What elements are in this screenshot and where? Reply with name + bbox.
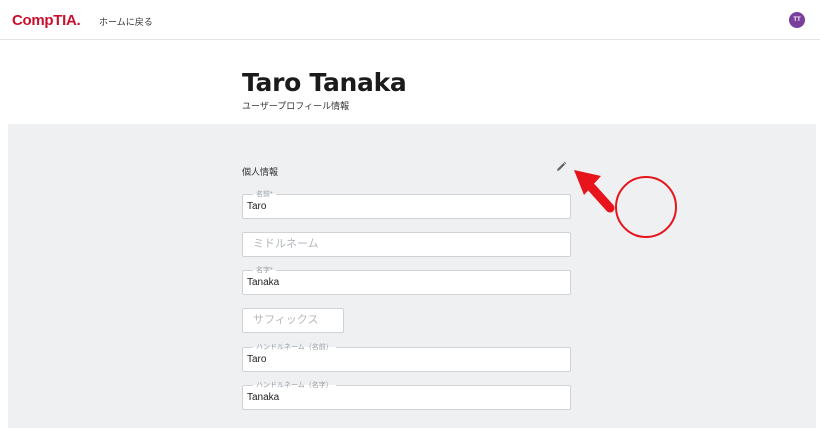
first-name-field[interactable]: 名前* Taro xyxy=(242,189,571,219)
handle-first-value: Taro xyxy=(247,354,267,365)
suffix-field[interactable]: サフィックス xyxy=(242,308,344,333)
last-name-value: Tanaka xyxy=(247,277,280,288)
handle-first-field[interactable]: ハンドルネーム（名前） Taro xyxy=(242,342,571,372)
first-name-value: Taro xyxy=(247,201,267,212)
last-name-field[interactable]: 名字* Tanaka xyxy=(242,265,571,295)
handle-last-field[interactable]: ハンドルネーム（名字） Tanaka xyxy=(242,380,571,410)
page-title: Taro Tanaka xyxy=(242,68,407,97)
handle-last-value: Tanaka xyxy=(247,392,280,403)
suffix-placeholder: サフィックス xyxy=(253,314,319,326)
top-header: CompTIA. ホームに戻る TT xyxy=(0,0,820,40)
pencil-icon[interactable] xyxy=(555,161,567,173)
middle-name-placeholder: ミドルネーム xyxy=(253,238,319,250)
section-title: 個人情報 xyxy=(242,167,279,177)
comptia-logo[interactable]: CompTIA. xyxy=(12,12,81,29)
avatar[interactable]: TT xyxy=(789,12,805,28)
home-link[interactable]: ホームに戻る xyxy=(99,15,153,28)
page-subtitle: ユーザープロフィール情報 xyxy=(242,101,350,111)
middle-name-field[interactable]: ミドルネーム xyxy=(242,232,571,257)
